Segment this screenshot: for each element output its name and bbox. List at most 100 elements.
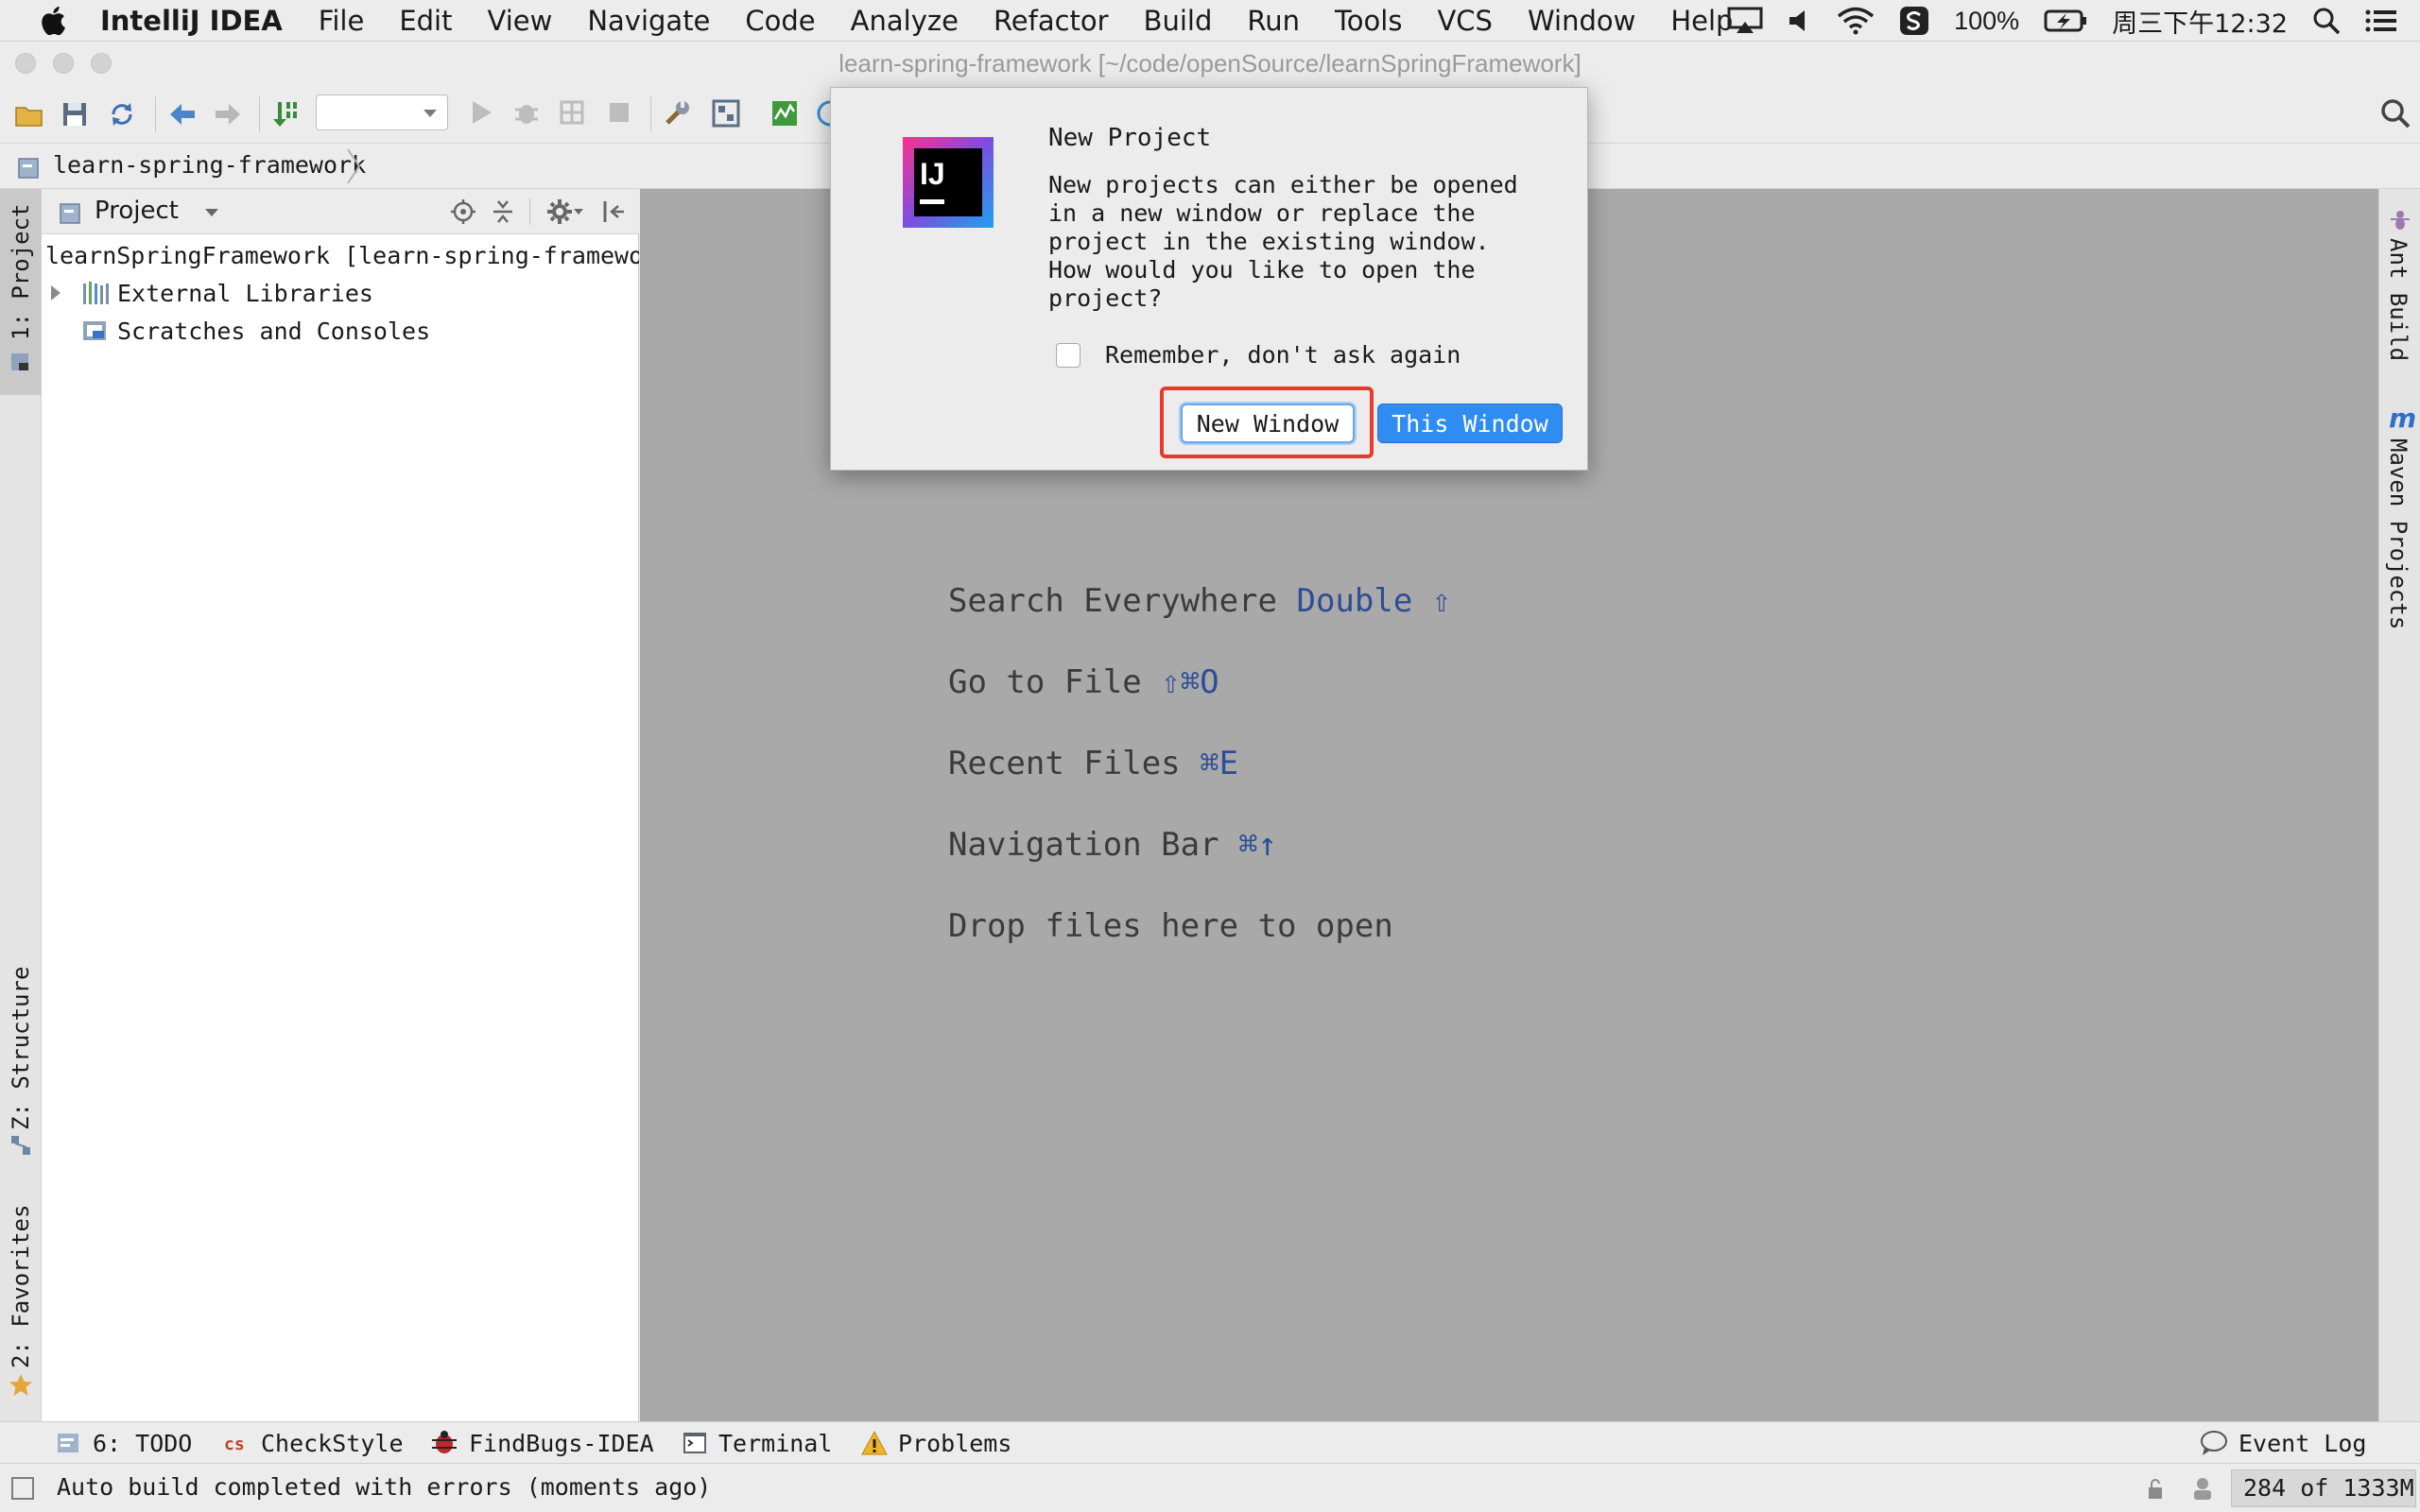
menu-run[interactable]: Run <box>1247 5 1300 37</box>
maven-projects-tab[interactable]: Maven Projects <box>2385 438 2411 629</box>
structure-tab-label[interactable]: Z: Structure <box>8 967 34 1130</box>
forward-arrow-icon[interactable] <box>212 98 244 130</box>
menu-help[interactable]: Help <box>1670 5 1733 37</box>
scratches-icon <box>83 321 106 340</box>
menu-file[interactable]: File <box>319 5 365 37</box>
menu-code[interactable]: Code <box>745 5 815 37</box>
event-log-tool-tab[interactable]: Event Log <box>2199 1422 2366 1464</box>
save-all-icon[interactable] <box>59 98 91 130</box>
project-view-selector[interactable]: Project <box>95 197 179 225</box>
bug-icon <box>432 1431 457 1453</box>
problems-tab-label: Problems <box>898 1429 1012 1457</box>
tree-node-module[interactable]: learnSpringFramework [learn-spring-frame… <box>42 236 639 274</box>
project-tool-tab[interactable]: 1: Project <box>0 189 41 395</box>
project-tab-label: 1: Project <box>8 203 34 341</box>
terminal-tool-tab[interactable]: Terminal <box>681 1422 832 1464</box>
sync-app-icon[interactable] <box>1899 6 1929 36</box>
hint-text: Drop files here to open <box>948 907 1393 945</box>
todo-tool-tab[interactable]: 6: TODO <box>55 1422 192 1464</box>
todo-tab-label: 6: TODO <box>93 1429 193 1457</box>
wifi-icon[interactable] <box>1837 7 1875 35</box>
apple-icon[interactable] <box>38 4 72 38</box>
battery-icon[interactable] <box>2044 9 2087 33</box>
findbugs-tool-tab[interactable]: FindBugs-IDEA <box>429 1422 654 1464</box>
back-arrow-icon[interactable] <box>166 98 199 130</box>
window-title-bar: learn-spring-framework [~/code/openSourc… <box>0 42 2420 85</box>
menu-tools[interactable]: Tools <box>1335 5 1402 37</box>
debug-icon[interactable] <box>512 98 541 127</box>
search-everywhere-icon[interactable] <box>2380 98 2411 129</box>
event-log-tab-label: Event Log <box>2238 1429 2367 1457</box>
airplay-icon[interactable] <box>1727 7 1763 35</box>
menu-navigate[interactable]: Navigate <box>587 5 710 37</box>
hint-search-everywhere: Search Everywhere Double ⇧ <box>948 582 1451 620</box>
window-title: learn-spring-framework [~/code/openSourc… <box>838 49 1582 77</box>
menu-build[interactable]: Build <box>1144 5 1213 37</box>
hint-shortcut: ⌘↑ <box>1238 826 1278 864</box>
open-folder-icon[interactable] <box>13 98 45 130</box>
maven-icon: m <box>2389 403 2417 434</box>
memory-indicator[interactable]: 284 of 1333M <box>2231 1469 2416 1507</box>
ant-build-tab[interactable]: Ant Build <box>2385 238 2411 361</box>
run-with-coverage-icon[interactable] <box>558 98 586 127</box>
menu-vcs[interactable]: VCS <box>1437 5 1493 37</box>
tree-node-external-libraries[interactable]: External Libraries <box>42 274 639 312</box>
hide-panel-icon[interactable] <box>599 198 626 225</box>
remember-checkbox-label[interactable]: Remember, don't ask again <box>1105 341 1461 369</box>
left-tool-stripe: 1: Project Z: Structure 2: Favorites <box>0 189 42 1421</box>
warning-icon <box>861 1430 888 1455</box>
bottom-tool-bar: 6: TODO cs CheckStyle FindBugs-IDEA Term… <box>0 1421 2420 1463</box>
breadcrumb[interactable]: learn-spring-framework <box>53 151 366 179</box>
tree-node-label: Scratches and Consoles <box>117 317 431 345</box>
chevron-down-icon[interactable] <box>204 208 219 217</box>
run-configuration-select[interactable] <box>316 94 448 130</box>
menu-clock[interactable]: 周三下午12:32 <box>2112 3 2288 40</box>
project-structure-wrench-icon[interactable] <box>662 98 692 129</box>
menu-view[interactable]: View <box>488 5 553 37</box>
memory-usage: 284 of 1333M <box>2243 1474 2414 1502</box>
run-icon[interactable] <box>467 98 495 127</box>
project-structure-icon[interactable] <box>711 98 741 129</box>
notification-center-icon[interactable] <box>2365 8 2397 34</box>
hint-text: Recent Files <box>948 745 1181 782</box>
breadcrumb-separator-icon <box>347 148 361 184</box>
header-separator <box>529 198 530 225</box>
menu-edit[interactable]: Edit <box>399 5 452 37</box>
inspector-icon[interactable] <box>2189 1475 2216 1502</box>
project-folder-icon <box>18 158 39 179</box>
favorites-tab-label[interactable]: 2: Favorites <box>8 1205 34 1368</box>
hint-shortcut: ⌘E <box>1200 745 1239 782</box>
statistic-chart-icon[interactable] <box>769 98 800 129</box>
toggle-tool-windows-icon[interactable] <box>11 1477 34 1500</box>
expand-arrow-icon[interactable] <box>42 282 79 304</box>
remember-checkbox[interactable] <box>1056 343 1080 368</box>
this-window-button[interactable]: This Window <box>1377 404 1563 443</box>
tree-node-scratches[interactable]: Scratches and Consoles <box>42 312 639 350</box>
problems-tool-tab[interactable]: Problems <box>860 1422 1011 1464</box>
status-message[interactable]: Auto build completed with errors (moment… <box>57 1473 711 1501</box>
toolbar-separator <box>259 96 260 132</box>
lock-icon[interactable] <box>2146 1477 2169 1502</box>
hint-recent-files: Recent Files ⌘E <box>948 745 1238 782</box>
hint-navigation-bar: Navigation Bar ⌘↑ <box>948 826 1277 864</box>
gear-icon[interactable] <box>546 198 573 225</box>
new-window-button[interactable]: New Window <box>1181 404 1355 443</box>
menu-window[interactable]: Window <box>1528 5 1635 37</box>
collapse-all-icon[interactable] <box>490 198 516 225</box>
stop-icon[interactable] <box>605 98 633 127</box>
menu-app-name[interactable]: IntelliJ IDEA <box>100 5 283 37</box>
build-project-icon[interactable] <box>270 98 302 130</box>
terminal-tab-label: Terminal <box>718 1429 833 1457</box>
menu-analyze[interactable]: Analyze <box>851 5 959 37</box>
hint-text: Search Everywhere <box>948 582 1277 620</box>
checkstyle-icon: cs <box>224 1435 245 1454</box>
synchronize-icon[interactable] <box>106 98 138 130</box>
spotlight-search-icon[interactable] <box>2312 7 2341 35</box>
hint-text: Navigation Bar <box>948 826 1219 864</box>
terminal-icon <box>683 1433 706 1453</box>
checkstyle-tool-tab[interactable]: cs CheckStyle <box>223 1422 404 1464</box>
menu-refactor[interactable]: Refactor <box>994 5 1109 37</box>
structure-icon <box>11 1136 30 1155</box>
volume-icon[interactable] <box>1788 8 1812 34</box>
scroll-from-source-icon[interactable] <box>450 198 476 225</box>
